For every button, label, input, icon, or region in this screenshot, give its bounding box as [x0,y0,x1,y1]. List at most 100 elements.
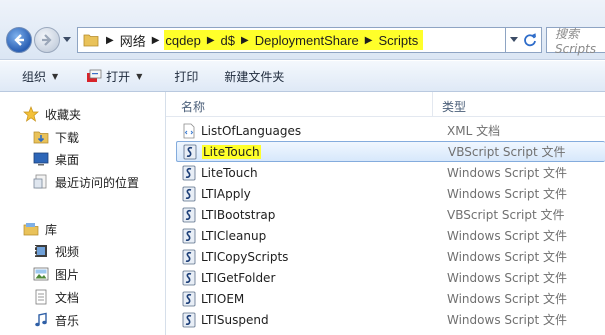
file-name: LiteTouch [201,165,258,180]
nav-item-downloads[interactable]: 下载 [32,126,79,148]
file-type: Windows Script 文件 [447,250,568,264]
nav-item-pictures[interactable]: 图片 [32,263,79,285]
nav-label: 文档 [55,290,80,305]
chevron-down-icon: ▼ [136,71,143,81]
breadcrumb-network[interactable]: 网络 [119,31,147,50]
nav-label: 下载 [55,130,80,145]
nav-item-documents[interactable]: 文档 [32,286,79,308]
list-item[interactable]: LTIApply Windows Script 文件 [176,183,605,204]
list-item[interactable]: LTICleanup Windows Script 文件 [176,225,605,246]
file-type: Windows Script 文件 [447,292,568,306]
file-name: LTIBootstrap [201,207,276,222]
recent-places-icon [32,174,49,191]
breadcrumb-separator-icon[interactable]: ▶ [101,35,119,46]
music-icon [32,312,49,329]
file-name: LTISuspend [201,312,269,327]
file-type: Windows Script 文件 [447,271,568,285]
breadcrumb: ▶ 网络 ▶ cqdep ▶ d$ ▶ DeploymentShare ▶ Sc… [101,28,424,52]
file-type: Windows Script 文件 [447,187,568,201]
nav-label: 库 [45,222,58,237]
forward-arrow-icon [42,34,52,46]
breadcrumb-separator-icon[interactable]: ▶ [147,35,165,46]
file-name: ListOfLanguages [201,123,302,138]
back-button[interactable] [6,27,32,53]
list-item[interactable]: LTISuspend Windows Script 文件 [176,309,605,330]
refresh-icon [523,33,536,47]
new-folder-label: 新建文件夹 [224,69,285,84]
script-file-icon [182,312,196,327]
nav-label: 桌面 [55,152,80,167]
desktop-icon [32,151,49,168]
file-name: LTIGetFolder [201,270,276,285]
breadcrumb-scripts[interactable]: Scripts [377,33,419,48]
list-item[interactable]: LTIOEM Windows Script 文件 [176,288,605,309]
list-item[interactable]: ListOfLanguages XML 文档 [176,120,605,141]
breadcrumb-separator-icon[interactable]: ▶ [236,35,254,46]
breadcrumb-d-share[interactable]: d$ [220,33,236,48]
organize-button[interactable]: 组织 ▼ [22,61,58,91]
list-item-selected[interactable]: LiteTouch VBScript Script 文件 [176,141,605,162]
command-bar: 组织 ▼ 打开 ▼ 打印 新建文件夹 [0,61,605,92]
organize-label: 组织 [22,69,47,84]
nav-label: 视频 [55,244,80,259]
file-type: Windows Script 文件 [447,166,568,180]
nav-label: 收藏夹 [45,107,82,122]
breadcrumb-separator-icon[interactable]: ▶ [360,35,378,46]
column-header-name[interactable]: 名称 [181,98,205,115]
nav-item-music[interactable]: 音乐 [32,309,79,331]
dropdown-icon [509,37,518,42]
search-input[interactable]: 搜索 Scripts [546,27,605,56]
open-label: 打开 [106,69,131,84]
breadcrumb-separator-icon[interactable]: ▶ [202,35,220,46]
picture-icon [32,266,49,283]
downloads-folder-icon [32,129,49,146]
file-name: LTIApply [201,186,251,201]
refresh-button[interactable] [506,27,542,53]
file-type: XML 文档 [447,124,501,138]
breadcrumb-deploymentshare[interactable]: DeploymentShare [254,33,360,48]
list-item[interactable]: LTIBootstrap VBScript Script 文件 [176,204,605,225]
script-file-icon [182,270,196,285]
print-label: 打印 [174,69,199,84]
file-list: 名称 类型 ListOfLanguages XML 文档 LiteTouch V… [166,92,605,335]
script-file-icon [182,291,196,306]
back-arrow-icon [14,34,24,46]
file-name: LiteTouch [202,144,448,159]
highlighted-file-name: LiteTouch [202,144,261,159]
document-icon [32,289,49,306]
list-item[interactable]: LiteTouch Windows Script 文件 [176,162,605,183]
highlighted-path: cqdep ▶ d$ ▶ DeploymentShare ▶ Scripts [164,30,424,50]
video-icon [32,243,49,260]
script-file-icon [183,144,197,159]
nav-label: 音乐 [55,313,80,328]
new-folder-button[interactable]: 新建文件夹 [224,61,284,91]
nav-label: 图片 [55,267,80,282]
script-file-icon [182,249,196,264]
nav-item-recent-places[interactable]: 最近访问的位置 [32,171,139,193]
address-bar[interactable]: ▶ 网络 ▶ cqdep ▶ d$ ▶ DeploymentShare ▶ Sc… [77,27,506,53]
column-divider[interactable] [432,92,433,117]
folder-icon [81,30,101,50]
star-icon [22,106,39,123]
breadcrumb-cqdep[interactable]: cqdep [164,33,201,48]
navigation-pane: 收藏夹 下载 桌面 最近访问的位置 库 视频 图片 文档 音乐 [0,92,165,335]
nav-item-desktop[interactable]: 桌面 [32,148,79,170]
list-item[interactable]: LTICopyScripts Windows Script 文件 [176,246,605,267]
file-type: Windows Script 文件 [447,229,568,243]
xml-file-icon [183,123,195,138]
column-header-type[interactable]: 类型 [442,98,466,115]
list-item[interactable]: LTIGetFolder Windows Script 文件 [176,267,605,288]
nav-item-favorites[interactable]: 收藏夹 [22,103,81,125]
file-name: LTICleanup [201,228,267,243]
script-file-icon [182,228,196,243]
nav-item-libraries[interactable]: 库 [22,218,57,240]
script-file-icon [182,165,196,180]
print-button[interactable]: 打印 [174,61,198,91]
forward-button[interactable] [34,27,60,53]
address-row: ▶ 网络 ▶ cqdep ▶ d$ ▶ DeploymentShare ▶ Sc… [0,0,605,60]
script-file-icon [182,186,196,201]
file-type: VBScript Script 文件 [447,208,565,222]
recent-pages-dropdown-icon[interactable] [63,37,71,43]
nav-item-videos[interactable]: 视频 [32,240,79,262]
open-button[interactable]: 打开 ▼ [86,61,142,91]
